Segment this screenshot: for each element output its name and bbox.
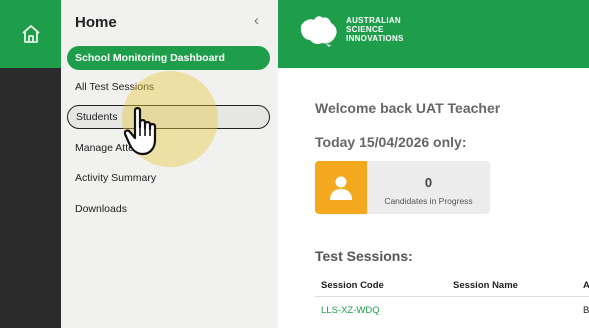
sidebar-title: Home [75, 14, 117, 31]
home-icon [21, 25, 40, 43]
sidebar-item-school-monitoring-dashboard[interactable]: School Monitoring Dashboard [67, 46, 270, 70]
sidebar-item-downloads[interactable]: Downloads [67, 197, 270, 221]
sidebar-item-label: School Monitoring Dashboard [75, 52, 225, 64]
sidebar-item-activity-summary[interactable]: Activity Summary [67, 166, 270, 190]
sidebar-item-label: Downloads [75, 203, 127, 215]
person-icon [330, 176, 352, 200]
stat-label: Candidates in Progress [384, 196, 473, 206]
hand-cursor-icon [124, 107, 157, 156]
today-heading: Today 15/04/2026 only: [315, 134, 467, 150]
chevron-left-icon[interactable]: ‹ [254, 12, 259, 29]
table-header-divider [315, 296, 589, 297]
stat-icon-box [315, 161, 367, 214]
stat-count: 0 [424, 175, 433, 190]
candidates-in-progress-card[interactable]: 0 Candidates in Progress [315, 161, 490, 214]
column-header-truncated[interactable]: A [583, 280, 589, 291]
truncated-cell: B [583, 305, 589, 316]
top-header: AUSTRALIAN SCIENCE INNOVATIONS [278, 0, 589, 68]
column-header-session-name[interactable]: Session Name [453, 280, 518, 291]
brand-logo-text: AUSTRALIAN SCIENCE INNOVATIONS [346, 16, 404, 43]
session-code-link[interactable]: LLS-XZ-WDQ [321, 305, 380, 316]
column-header-session-code[interactable]: Session Code [321, 280, 384, 291]
test-sessions-heading: Test Sessions: [315, 248, 413, 264]
sidebar-item-label: Students [76, 111, 118, 123]
home-rail-button[interactable] [0, 0, 61, 68]
australia-map-icon [300, 16, 337, 47]
left-rail [0, 0, 61, 328]
welcome-heading: Welcome back UAT Teacher [315, 100, 501, 116]
sidebar-item-label: Activity Summary [75, 172, 157, 184]
